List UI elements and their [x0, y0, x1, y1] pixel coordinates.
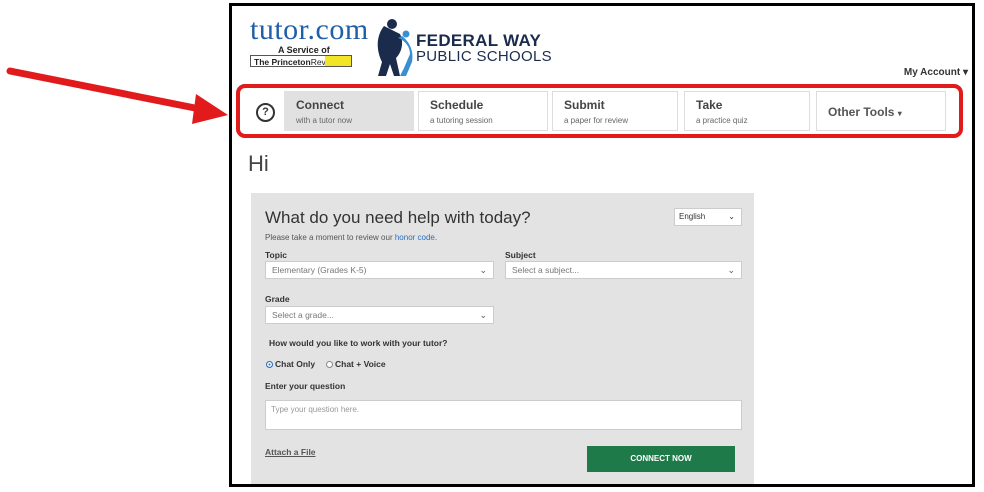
connect-now-button[interactable]: CONNECT NOW	[587, 446, 735, 472]
chat-voice-radio[interactable]	[326, 361, 333, 368]
logo-service-text: A Service of	[278, 45, 330, 55]
chat-only-radio[interactable]	[266, 361, 273, 368]
screenshot-frame: tutor.com A Service of The PrincetonRevi…	[229, 3, 975, 487]
annotation-arrow	[6, 67, 228, 124]
chevron-down-icon: ⌄	[479, 265, 487, 275]
honor-code-notice: Please take a moment to review our honor…	[265, 233, 438, 242]
subject-label: Subject	[505, 250, 536, 260]
subject-select[interactable]: Select a subject... ⌄	[505, 261, 742, 279]
help-request-form: What do you need help with today? Englis…	[251, 193, 754, 484]
attach-file-link[interactable]: Attach a File	[265, 447, 316, 457]
topic-label: Topic	[265, 250, 288, 260]
chevron-down-icon: ⌄	[479, 310, 487, 320]
district-subtitle: PUBLIC SCHOOLS	[416, 48, 552, 65]
tutor-logo[interactable]: tutor.com	[250, 15, 369, 45]
topic-select[interactable]: Elementary (Grades K-5) ⌄	[265, 261, 494, 279]
greeting: Hi	[248, 151, 269, 176]
question-label: Enter your question	[265, 381, 346, 391]
chat-voice-label[interactable]: Chat + Voice	[335, 359, 386, 369]
grade-select[interactable]: Select a grade... ⌄	[265, 306, 494, 324]
chevron-down-icon: ⌄	[728, 212, 735, 221]
chevron-down-icon: ⌄	[727, 265, 735, 275]
question-input[interactable]: Type your question here.	[265, 400, 742, 430]
princeton-review-logo: The PrincetonReview	[250, 55, 352, 67]
form-title: What do you need help with today?	[265, 208, 531, 227]
honor-code-link[interactable]: honor code	[395, 233, 435, 242]
my-account-menu[interactable]: My Account ▾	[904, 67, 968, 78]
chat-only-label[interactable]: Chat Only	[275, 359, 315, 369]
federal-way-logo-icon	[377, 19, 413, 76]
mode-question: How would you like to work with your tut…	[269, 338, 448, 348]
annotation-highlight-box	[236, 84, 963, 138]
grade-label: Grade	[265, 294, 290, 304]
language-select[interactable]: English ⌄	[674, 208, 742, 226]
chevron-down-icon: ▾	[962, 67, 968, 78]
